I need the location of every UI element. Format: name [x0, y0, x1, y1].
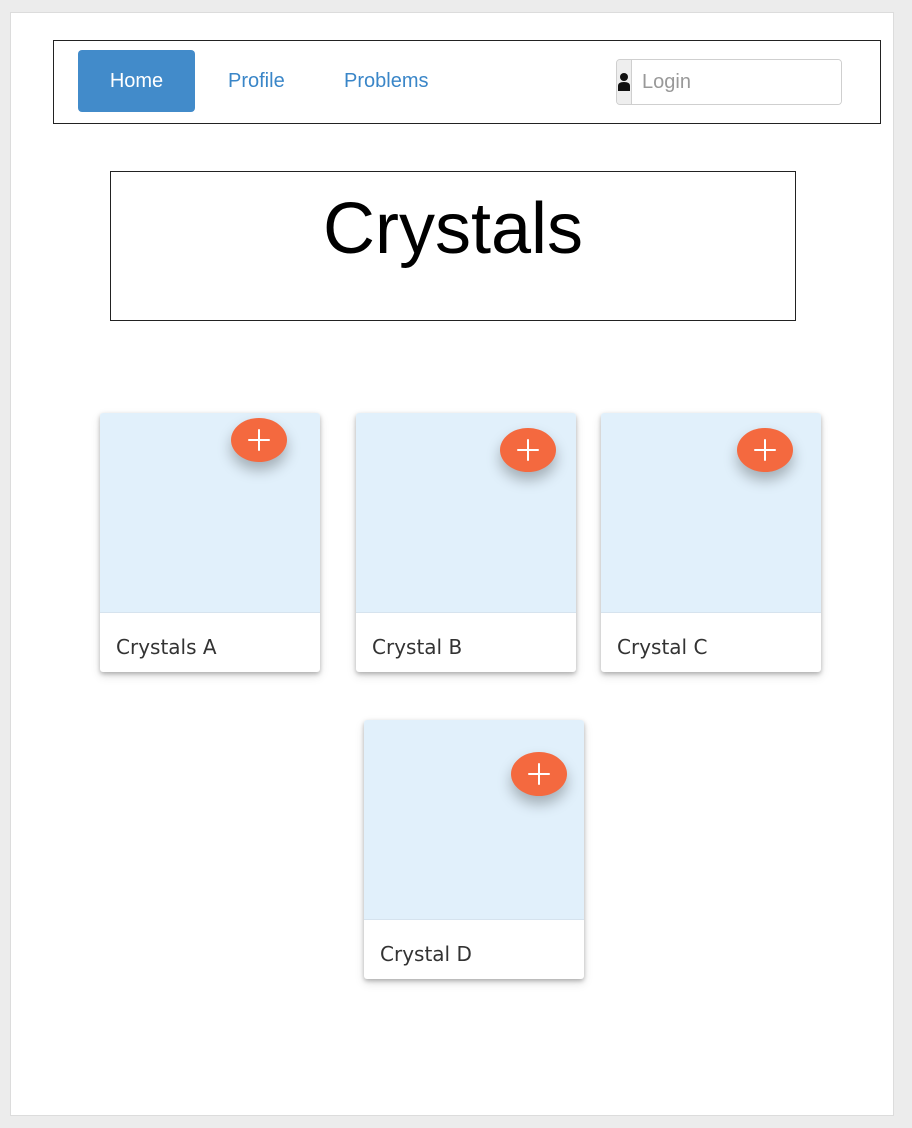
- add-button[interactable]: [231, 418, 287, 462]
- card-title: Crystal C: [617, 635, 708, 659]
- user-icon: [617, 60, 632, 104]
- page-title: Crystals: [322, 189, 583, 269]
- add-button[interactable]: [737, 428, 793, 472]
- card-title: Crystals A: [116, 635, 217, 659]
- nav-home-link[interactable]: Home: [78, 50, 195, 112]
- add-button[interactable]: [500, 428, 556, 472]
- crystal-card-d[interactable]: Crystal D: [364, 720, 584, 979]
- card-media: [364, 720, 584, 920]
- login-input-group: [616, 59, 842, 105]
- add-button[interactable]: [511, 752, 567, 796]
- crystal-card-c[interactable]: Crystal C: [601, 413, 821, 672]
- login-input[interactable]: [632, 60, 841, 104]
- crystal-card-b[interactable]: Crystal B: [356, 413, 576, 672]
- card-title: Crystal D: [380, 942, 472, 966]
- navbar: Home Profile Problems: [53, 40, 881, 124]
- card-media: [100, 413, 320, 613]
- crystal-card-a[interactable]: Crystals A: [100, 413, 320, 672]
- page-title-box: Crystals: [110, 171, 796, 321]
- nav-problems-link[interactable]: Problems: [344, 50, 428, 112]
- card-title: Crystal B: [372, 635, 463, 659]
- nav-profile-link[interactable]: Profile: [228, 50, 285, 112]
